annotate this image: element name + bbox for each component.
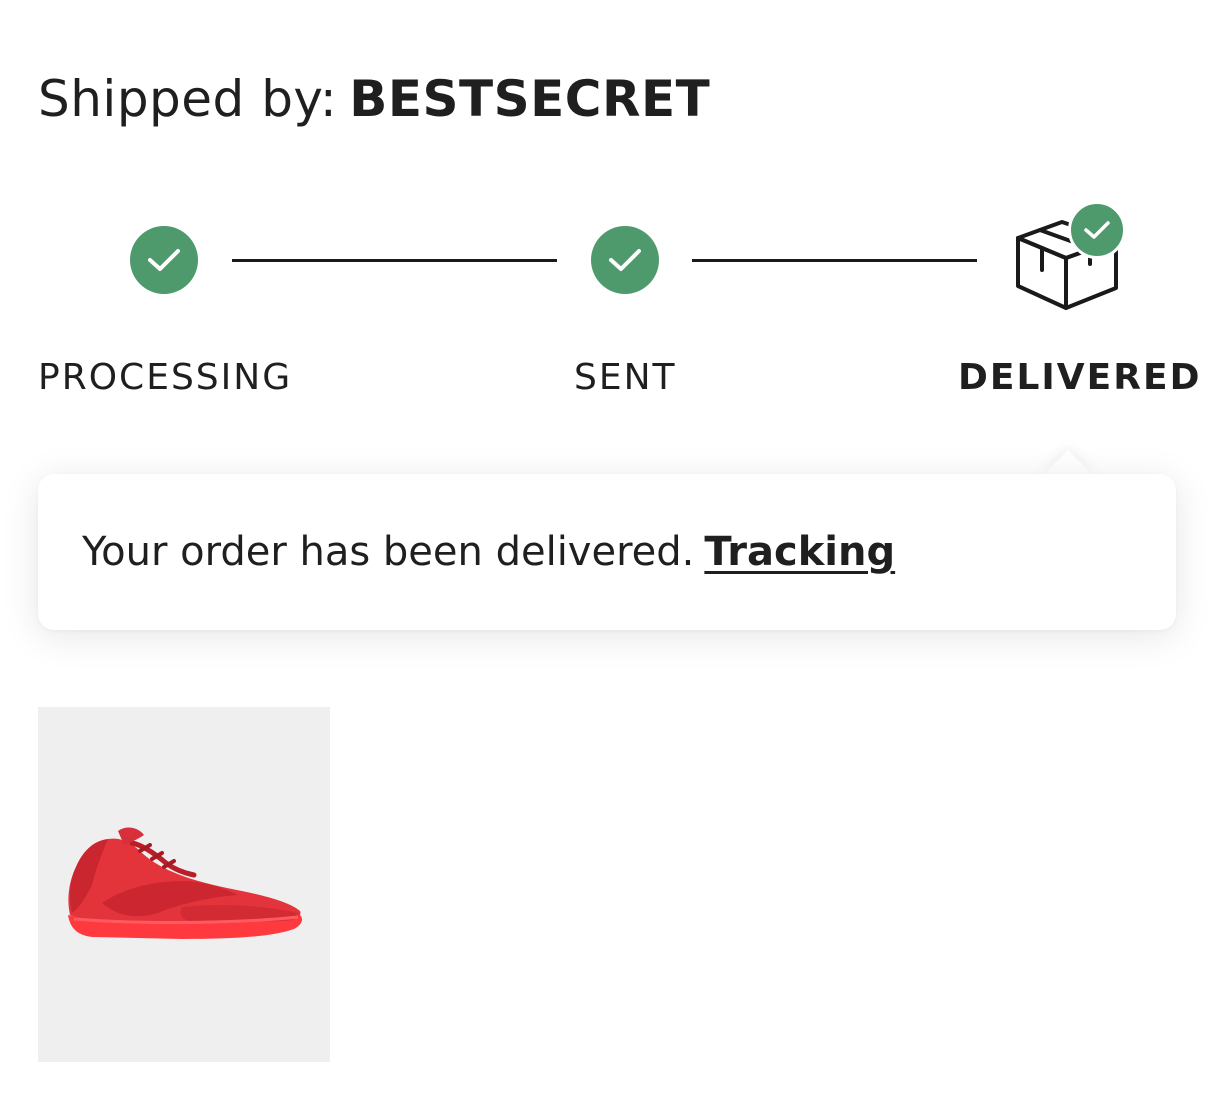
progress-connector — [692, 259, 977, 262]
shipped-by-heading: Shipped by: BESTSECRET — [38, 66, 710, 132]
sent-check-icon — [591, 226, 659, 294]
processing-check-icon — [130, 226, 198, 294]
carrier-name: BESTSECRET — [349, 70, 711, 128]
shipped-by-label: Shipped by: — [38, 70, 338, 128]
red-sneaker-image — [68, 827, 302, 939]
delivered-check-icon — [1068, 201, 1126, 259]
progress-connector — [232, 259, 557, 262]
product-thumbnail[interactable] — [38, 707, 330, 1062]
delivery-message: Your order has been delivered. — [82, 529, 695, 575]
tracking-link[interactable]: Tracking — [704, 529, 895, 575]
delivery-status-card: Your order has been delivered. Tracking — [38, 474, 1176, 630]
delivery-status-text: Your order has been delivered. Tracking — [82, 526, 895, 578]
status-card-pointer — [1042, 450, 1094, 476]
step-label-processing: PROCESSING — [38, 357, 293, 398]
step-label-sent: SENT — [574, 357, 677, 398]
step-label-delivered: DELIVERED — [958, 357, 1202, 398]
